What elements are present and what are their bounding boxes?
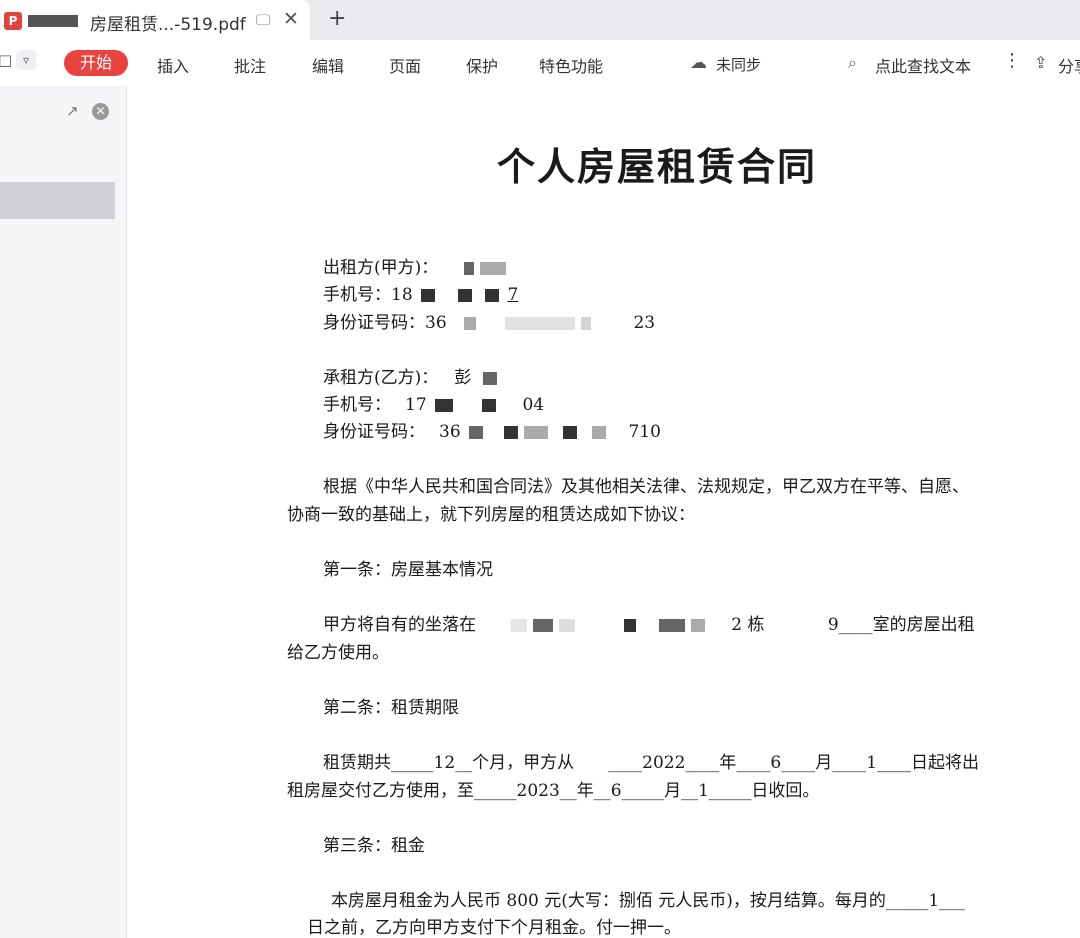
redacted <box>581 317 592 330</box>
tab-insert[interactable]: 插入 <box>157 53 189 77</box>
redacted <box>463 262 474 275</box>
lessor-label: 出租方(甲方)： <box>323 258 439 278</box>
redacted <box>505 317 576 330</box>
redacted <box>511 619 528 632</box>
tab-close-icon[interactable]: ✕ <box>283 8 299 30</box>
lessee-id-end: 710 <box>628 422 661 442</box>
redacted <box>458 289 473 302</box>
redacted <box>421 289 436 302</box>
redacted <box>482 372 497 385</box>
document-tab[interactable]: P 房屋租赁...-519.pdf 🖵 ✕ <box>0 0 310 40</box>
lessor-id-line: 身份证号码：36 23 <box>323 308 655 333</box>
redacted <box>435 399 454 412</box>
share-button[interactable]: 分享 <box>1058 53 1080 77</box>
redacted <box>623 619 636 632</box>
expand-panel-icon[interactable]: ↗ <box>66 102 79 120</box>
article-1-line-2: 给乙方使用。 <box>287 643 389 663</box>
article-2-line-2: 租房屋交付乙方使用，至_____2023__年__6_____月__1_____… <box>287 781 820 801</box>
redacted <box>485 289 500 302</box>
search-icon: ⌕ <box>848 53 857 72</box>
redacted <box>592 426 607 439</box>
redacted <box>504 426 519 439</box>
tab-features[interactable]: 特色功能 <box>539 53 603 77</box>
redacted <box>469 426 484 439</box>
pdf-file-icon: P <box>4 12 22 30</box>
redacted <box>559 619 576 632</box>
article-3-line-2: 日之前，乙方向甲方支付下个月租金。付一押一。 <box>307 918 681 938</box>
lessor-id-start: 36 <box>425 313 447 333</box>
close-panel-icon[interactable]: ✕ <box>92 103 109 120</box>
redacted <box>524 426 549 439</box>
lessee-id-label: 身份证号码： <box>323 422 425 442</box>
cloud-sync-icon: ☁ <box>690 53 707 73</box>
redacted <box>658 619 685 632</box>
monitor-icon: 🖵 <box>256 11 271 29</box>
redacted <box>533 619 554 632</box>
more-menu-icon[interactable]: ⋮ <box>1003 50 1021 71</box>
article-3-line-1: 本房屋月租金为人民币 800 元(大写：捌佰 元人民币)，按月结算。每月的___… <box>331 891 965 911</box>
lessee-phone-start: 17 <box>405 395 427 415</box>
lessee-id-start: 36 <box>439 422 461 442</box>
redacted <box>464 317 477 330</box>
tab-edit[interactable]: 编辑 <box>312 53 344 77</box>
tab-start[interactable]: 开始 <box>64 50 128 76</box>
lessee-label: 承租方(乙方)： <box>323 368 439 388</box>
redacted-tab-prefix <box>28 15 78 27</box>
intro-line-1: 根据《中华人民共和国合同法》及其他相关法律、法规规定，甲乙双方在平等、自愿、 <box>323 477 969 497</box>
tab-page[interactable]: 页面 <box>389 53 421 77</box>
redacted <box>563 426 578 439</box>
lessee-line: 承租方(乙方)： 彭 <box>323 363 500 388</box>
quick-access-icon[interactable]: □ <box>0 51 12 69</box>
lessor-id-label: 身份证号码： <box>323 313 425 333</box>
lessor-phone-start: 18 <box>391 285 413 305</box>
article-1-text-c: 9____室的房屋出租 <box>827 615 975 635</box>
sync-status[interactable]: 未同步 <box>716 54 761 75</box>
lessor-line: 出租方(甲方)： <box>323 253 509 278</box>
search-text-button[interactable]: 点此查找文本 <box>875 53 971 77</box>
thumbnail-panel: ↗ ✕ <box>0 86 127 938</box>
lessor-phone-end: 7 <box>507 285 519 305</box>
new-tab-icon[interactable]: + <box>328 6 346 31</box>
lessee-id-line: 身份证号码： 36 710 <box>323 417 661 442</box>
dropdown-chevron-icon[interactable]: ▿ <box>16 50 36 70</box>
lessee-phone-end: 04 <box>522 395 545 415</box>
redacted <box>690 619 705 632</box>
article-2-title: 第二条：租赁期限 <box>323 698 459 718</box>
article-1-line-1: 甲方将自有的坐落在 2 栋 9____室的房屋出租 <box>323 610 975 635</box>
redacted <box>482 399 497 412</box>
article-3-title: 第三条：租金 <box>323 836 425 856</box>
redacted <box>479 262 506 275</box>
share-icon: ⇪ <box>1034 53 1048 72</box>
tab-bar: P 房屋租赁...-519.pdf 🖵 ✕ + <box>0 0 1080 40</box>
pdf-page: 个人房屋租赁合同 出租方(甲方)： 手机号：18 7 身份证号码：36 23 承… <box>127 86 1080 938</box>
tab-annotate[interactable]: 批注 <box>234 53 266 77</box>
tab-title: 房屋租赁...-519.pdf <box>90 15 246 35</box>
ribbon-toolbar: □ ▿ 开始 插入 批注 编辑 页面 保护 特色功能 ☁ 未同步 ⌕ 点此查找文… <box>0 40 1080 87</box>
lessor-id-end: 23 <box>633 313 656 333</box>
lessee-phone-label: 手机号： <box>323 395 391 415</box>
document-title: 个人房屋租赁合同 <box>497 144 818 189</box>
tab-protect[interactable]: 保护 <box>466 53 498 77</box>
selected-thumbnail[interactable] <box>0 182 115 219</box>
lessee-name-start: 彭 <box>454 368 472 388</box>
article-1-text-a: 甲方将自有的坐落在 <box>323 615 476 635</box>
lessee-phone-line: 手机号： 17 04 <box>323 390 544 415</box>
intro-line-2: 协商一致的基础上，就下列房屋的租赁达成如下协议： <box>287 505 695 525</box>
article-1-title: 第一条：房屋基本情况 <box>323 560 493 580</box>
article-1-text-b: 2 栋 <box>731 615 765 635</box>
lessor-phone-line: 手机号：18 7 <box>323 280 518 305</box>
article-2-line-1: 租赁期共_____12__个月，甲方从 ____2022____年____6__… <box>323 753 980 773</box>
lessor-phone-label: 手机号： <box>323 285 391 305</box>
